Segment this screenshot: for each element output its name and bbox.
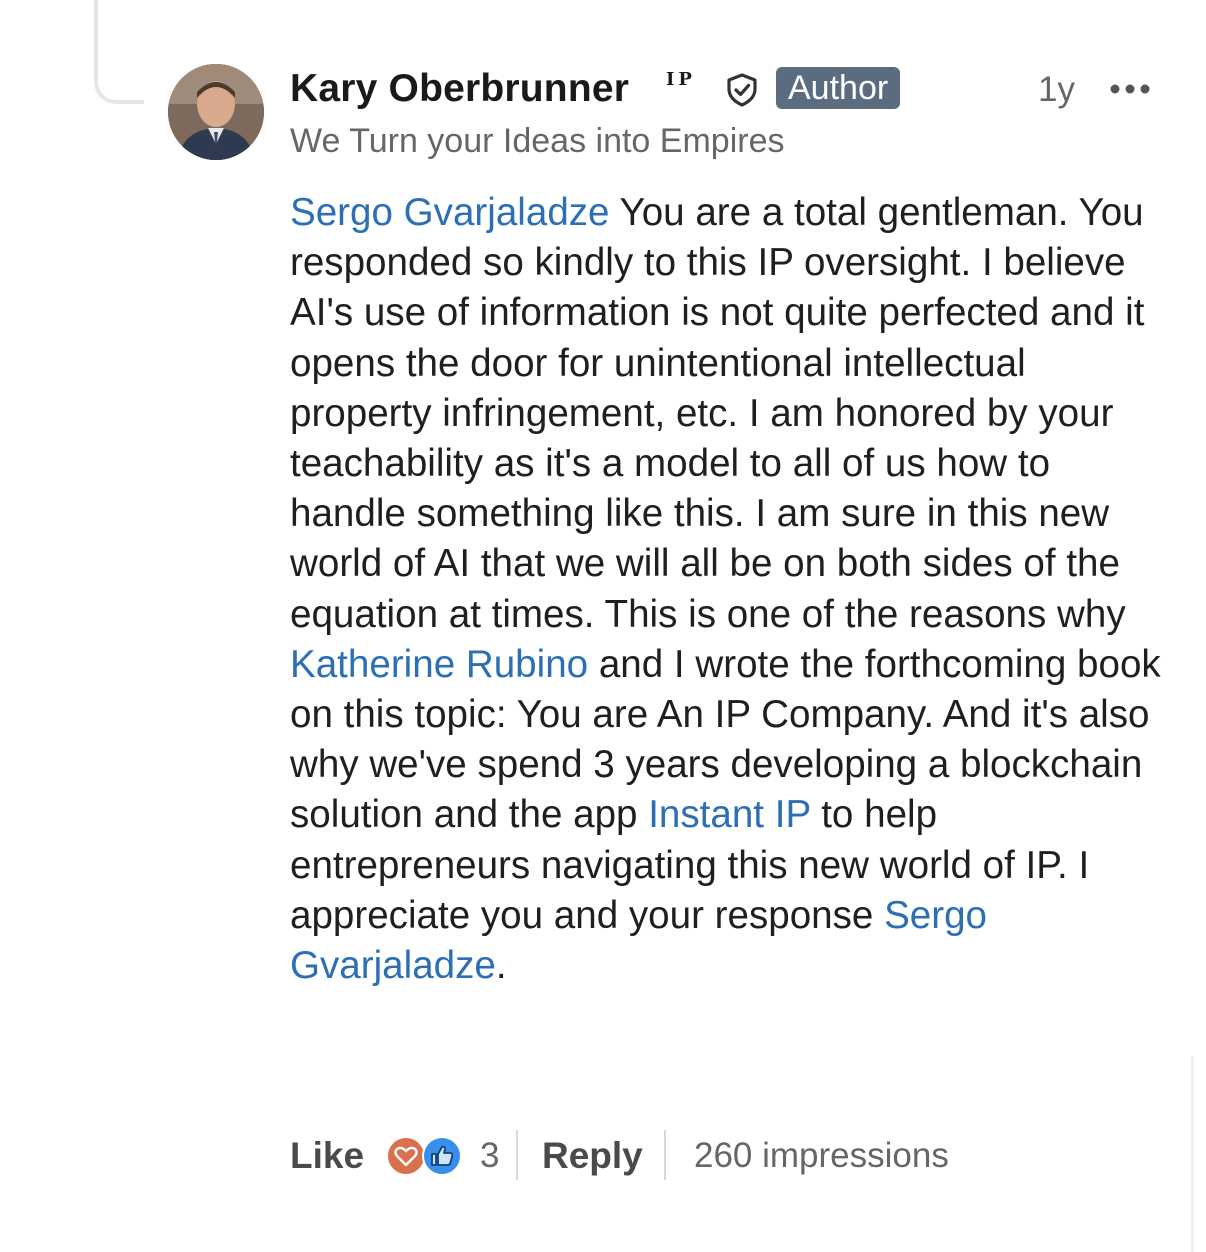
love-reaction-icon [386, 1136, 426, 1176]
like-reaction-icon [422, 1136, 462, 1176]
author-headline: We Turn your Ideas into Empires [290, 122, 785, 160]
reply-button[interactable]: Reply [542, 1130, 643, 1182]
comment-header: Kary Oberbrunner IP Author 1y [290, 66, 1170, 112]
author-name[interactable]: Kary Oberbrunner [290, 66, 629, 112]
reaction-count[interactable]: 3 [480, 1130, 499, 1182]
ellipsis-icon[interactable] [1108, 74, 1152, 104]
mention-link[interactable]: Sergo Gvarjaladze [290, 191, 610, 234]
comment-text: You are a total gentleman. You responded… [290, 191, 1145, 636]
comment-body: Sergo Gvarjaladze You are a total gentle… [290, 188, 1170, 991]
comment-actions: Like 3 Reply 260 impressions [290, 1130, 1170, 1182]
like-button[interactable]: Like [290, 1130, 364, 1182]
mention-link[interactable]: Instant IP [648, 793, 810, 836]
action-divider [664, 1130, 666, 1180]
scroll-edge [1191, 1056, 1194, 1252]
mention-link[interactable]: Katherine Rubino [290, 643, 588, 686]
action-divider [516, 1130, 518, 1180]
ip-mark: IP [666, 69, 696, 90]
person-photo-icon [168, 64, 264, 160]
impressions-count[interactable]: 260 impressions [694, 1130, 949, 1182]
avatar[interactable] [168, 64, 264, 160]
comment-text: . [495, 944, 507, 988]
reactions-summary[interactable] [386, 1134, 468, 1178]
verified-shield-icon [727, 73, 757, 107]
timestamp: 1y [1038, 70, 1075, 109]
thread-connector-line [94, 0, 144, 104]
author-badge: Author [776, 67, 901, 109]
